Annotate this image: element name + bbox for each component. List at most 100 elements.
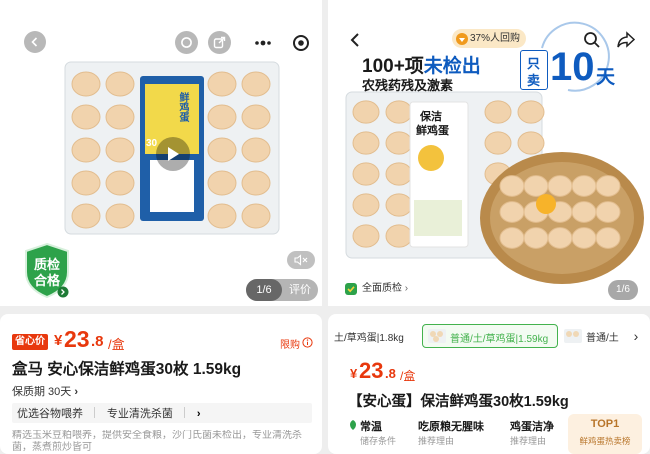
share-button[interactable] [208,31,231,54]
info-icon[interactable] [302,337,313,348]
review-tab[interactable]: 评价 [283,279,317,301]
price-integer: 23 [359,358,384,383]
egg [547,175,573,197]
product-gallery[interactable]: 鲜鸡蛋 30 质检 合格 1/6 评价 [0,0,322,306]
product-info-card: 省心价 ¥ 23 .8 /盒 限购 盒马 安心保洁鲜鸡蛋30枚 1.59kg 保… [0,314,322,454]
attribute-title: 鸡蛋洁净 [510,421,554,433]
attribute-subtitle: 推荐理由 [510,436,547,446]
egg [105,203,135,229]
only-sell-badge: 只 卖 [520,50,548,90]
egg [207,71,237,97]
egg [352,193,380,217]
box-title-line2: 鲜鸡蛋 [416,125,449,137]
egg [385,193,413,217]
quality-badge-line2: 合格 [33,273,60,288]
quality-check-link[interactable]: 全面质检 › [344,280,408,298]
variant-option[interactable]: 普通/土 [586,329,619,344]
egg [71,137,101,163]
gallery-pager: 1/6 [608,280,638,300]
egg [547,227,573,249]
egg [241,71,271,97]
rank-badge[interactable]: TOP1 鲜鸡蛋热卖榜 [568,414,642,454]
price-unit: /盒 [400,369,416,383]
egg [595,201,621,223]
egg [499,201,525,223]
egg [71,203,101,229]
more-icon[interactable] [244,30,282,56]
feature-row[interactable]: 优选谷物喂养 专业清洗杀菌 › [12,403,312,423]
egg [523,227,549,249]
egg [385,100,413,124]
box-label-side: 30 [146,138,158,149]
egg [241,137,271,163]
variant-thumbnail [564,329,582,343]
product-info-card: 土/草鸡蛋|1.8kg 普通/土/草鸡蛋|1.59kg 普通/土 › ¥ 23 … [328,314,650,454]
egg [385,224,413,248]
quality-badge: 质检 合格 [22,242,72,298]
right-product-screen: 37%人回购 100+项未检出 农残药残及激素 只 卖 10 天 保洁 鲜鸡蛋 … [328,0,650,454]
egg [71,170,101,196]
divider [184,407,186,419]
attribute-row: 常温 储存条件 吃原粮无腥味 推荐理由 鸡蛋洁净 推荐理由 TOP1 鲜鸡蛋热卖… [348,414,648,454]
egg [385,162,413,186]
chevron-right-icon[interactable]: › [624,327,648,345]
share-button[interactable] [616,30,636,50]
rank-subtitle: 鲜鸡蛋热卖榜 [579,436,631,446]
gallery-pager: 1/6 评价 [246,279,318,301]
egg [207,170,237,196]
quality-check-text: 全面质检 [362,283,402,294]
quality-check-icon [345,283,357,295]
days-unit: 天 [596,67,616,88]
egg [352,224,380,248]
headline-count: 100+项 [362,56,424,77]
egg [241,203,271,229]
divider [94,407,96,419]
egg [499,175,525,197]
egg [352,162,380,186]
left-product-screen: 鲜鸡蛋 30 质检 合格 1/6 评价 省心价 ¥ 23 .8 /盒 限购 盒马… [0,0,322,454]
group-buy-pill: 37%人回购 [452,29,526,48]
back-button[interactable] [24,31,46,53]
egg [499,227,525,249]
search-button[interactable] [175,31,198,54]
egg [207,137,237,163]
back-arrow-icon [31,37,38,47]
close-target-icon[interactable] [282,30,320,56]
headline-emphasis: 未检出 [423,56,481,77]
mute-button[interactable] [287,251,315,269]
variant-option[interactable]: 土/草鸡蛋|1.8kg [334,329,404,344]
variant-label: 普通/土/草鸡蛋|1.59kg [450,334,549,345]
egg [207,104,237,130]
egg [517,131,545,155]
egg [385,131,413,155]
egg [71,71,101,97]
egg [484,100,512,124]
egg [352,131,380,155]
attribute-subtitle: 储存条件 [360,436,397,446]
egg [595,227,621,249]
back-button[interactable] [346,30,366,50]
product-gallery[interactable]: 37%人回购 100+项未检出 农残药残及激素 只 卖 10 天 保洁 鲜鸡蛋 … [328,0,650,306]
shelf-life-row[interactable]: 保质期 30天 › [12,383,78,399]
play-icon [168,147,179,161]
variant-thumbnail [428,329,446,343]
chevron-right-icon: › [196,408,201,420]
price-row: ¥ 23 .8 /盒 [350,358,470,388]
egg [571,227,597,249]
chevron-right-icon: › [404,283,409,294]
egg [352,100,380,124]
egg [595,175,621,197]
variant-selector[interactable]: 土/草鸡蛋|1.8kg 普通/土/草鸡蛋|1.59kg 普通/土 › [328,324,650,350]
variant-option-selected[interactable]: 普通/土/草鸡蛋|1.59kg [422,324,558,348]
currency-symbol: ¥ [54,332,63,349]
product-title: 【安心蛋】保洁鲜鸡蛋30枚1.59kg [348,394,569,410]
attribute-title: 常温 [360,421,382,433]
egg [523,175,549,197]
share-icon [213,36,226,49]
feature-tag: 优选谷物喂养 [17,408,83,420]
rank-label: TOP1 [590,418,620,430]
attribute-subtitle: 推荐理由 [418,436,455,446]
play-button[interactable] [156,137,190,171]
egg [105,170,135,196]
egg [105,104,135,130]
